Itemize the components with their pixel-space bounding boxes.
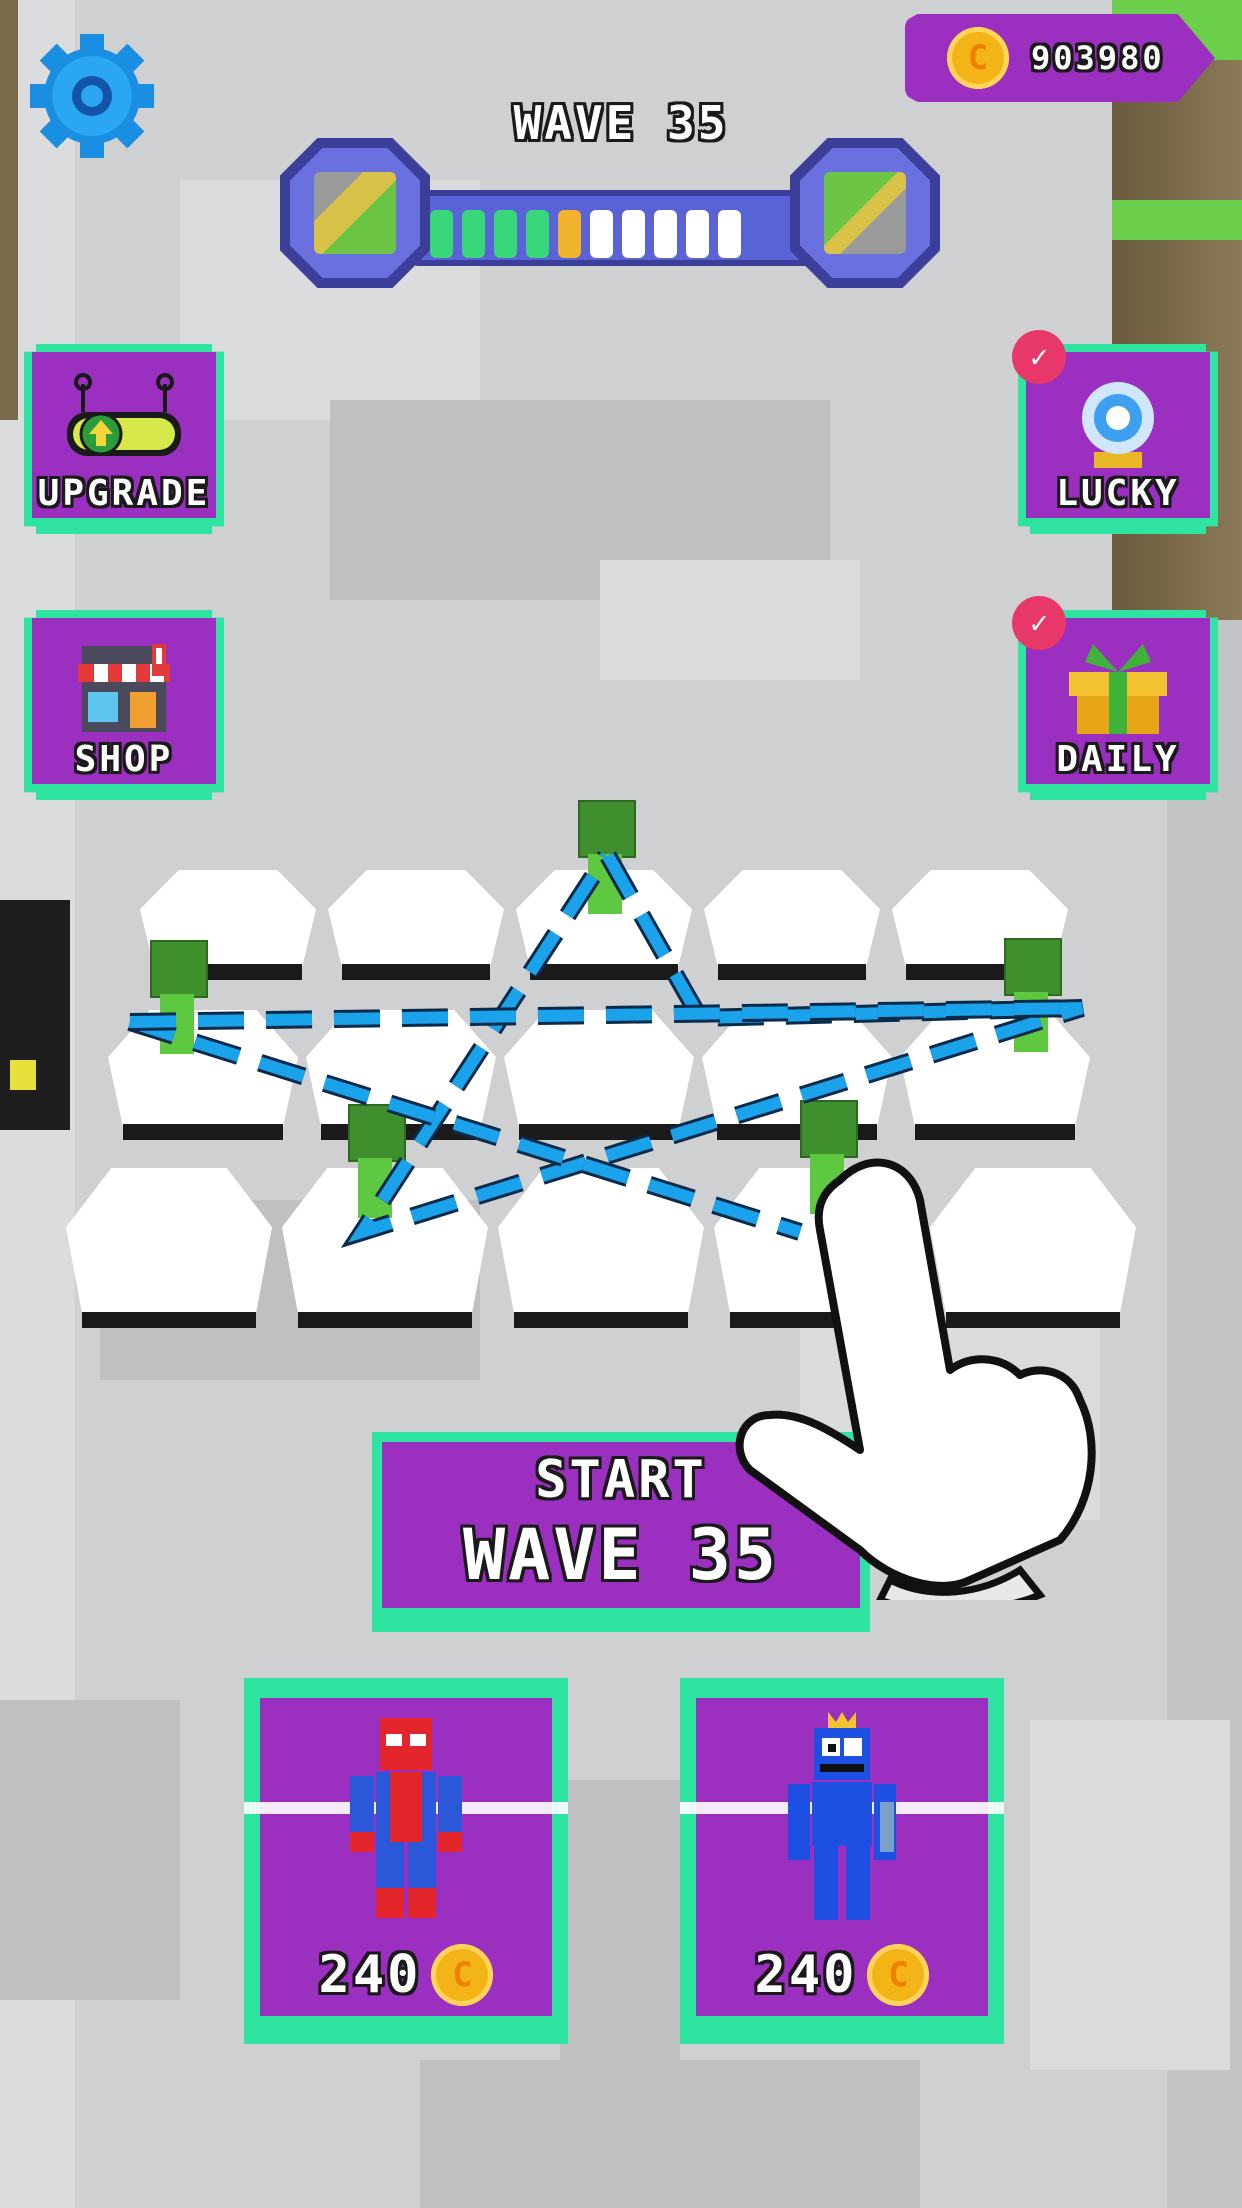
swipe-path — [127, 851, 1085, 1248]
price-row: 240 C — [680, 1944, 1004, 2006]
tutorial-hand-icon — [735, 1158, 1096, 1600]
price-label: 240 — [754, 1945, 858, 2005]
blue-monster-icon — [788, 1712, 896, 1920]
buy-blue-monster-card[interactable]: 240 C — [680, 1678, 1004, 2044]
buy-spider-hero-card[interactable]: 240 C — [244, 1678, 568, 2044]
coin-icon: C — [867, 1944, 930, 2006]
price-row: 240 C — [244, 1944, 568, 2006]
spider-hero-icon — [350, 1718, 462, 1918]
price-label: 240 — [318, 1945, 422, 2005]
coin-icon: C — [431, 1944, 494, 2006]
